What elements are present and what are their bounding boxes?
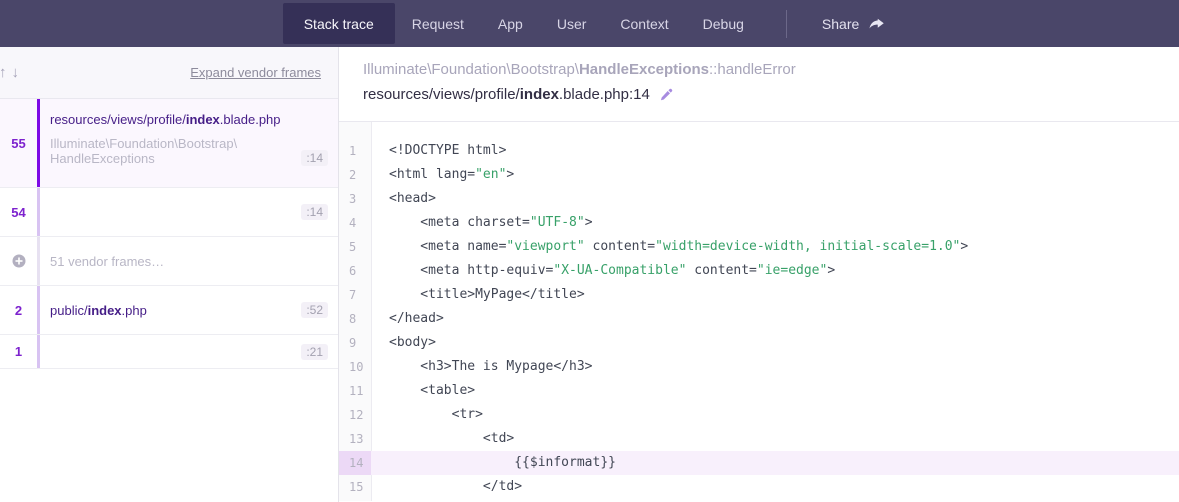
line-number-gutter: 1 <box>339 139 371 163</box>
tab-context[interactable]: Context <box>603 3 685 44</box>
frame-class-name: Illuminate\Foundation\Bootstrap\ HandleE… <box>50 136 301 166</box>
line-number-gutter: 6 <box>339 259 371 283</box>
frame-number-cell: 2 <box>0 286 37 334</box>
frame-file-path: resources/views/profile/index.blade.php <box>50 112 328 127</box>
code-text: <meta charset="UTF-8"> <box>371 211 1179 235</box>
frame-number: 55 <box>11 136 25 151</box>
frame-number: 2 <box>15 303 22 318</box>
line-number-gutter: 14 <box>339 451 371 475</box>
code-line: 3<head> <box>339 187 1179 211</box>
line-number-gutter: 2 <box>339 163 371 187</box>
line-number-gutter: 9 <box>339 331 371 355</box>
expand-vendor-frames-link[interactable]: Expand vendor frames <box>190 65 321 80</box>
code-line: 9<body> <box>339 331 1179 355</box>
frame-number-cell: 55 <box>0 99 37 187</box>
code-text: <h3>The is Mypage</h3> <box>371 355 1179 379</box>
code-lines: 1<!DOCTYPE html>2<html lang="en">3<head>… <box>339 139 1179 499</box>
code-text: <meta http-equiv="X-UA-Compatible" conte… <box>371 259 1179 283</box>
sidebar-header: ↑ ↓ Expand vendor frames <box>0 47 338 99</box>
tab-app[interactable]: App <box>481 3 540 44</box>
frame-number: 54 <box>11 205 25 220</box>
line-number-gutter: 15 <box>339 475 371 499</box>
stack-frame-row-1[interactable]: 1 :21 <box>0 335 338 369</box>
top-nav: Stack trace Request App User Context Deb… <box>0 0 1179 47</box>
code-line: 8</head> <box>339 307 1179 331</box>
line-number-badge: :14 <box>301 150 328 166</box>
line-number-gutter: 4 <box>339 211 371 235</box>
code-text: <title>MyPage</title> <box>371 283 1179 307</box>
content-split: ↑ ↓ Expand vendor frames 55 resources/vi… <box>0 47 1179 502</box>
share-button-label: Share <box>822 16 859 32</box>
code-line: 12 <tr> <box>339 403 1179 427</box>
code-text: <!DOCTYPE html> <box>371 139 1179 163</box>
code-line: 6 <meta http-equiv="X-UA-Compatible" con… <box>339 259 1179 283</box>
line-number-gutter: 5 <box>339 235 371 259</box>
frame-detail-header: Illuminate\Foundation\Bootstrap\HandleEx… <box>339 47 1179 122</box>
line-number-gutter: 12 <box>339 403 371 427</box>
frame-nav-arrows: ↑ ↓ <box>0 64 19 81</box>
code-text: <td> <box>371 427 1179 451</box>
line-number-badge: :21 <box>301 344 328 360</box>
line-number-gutter: 10 <box>339 355 371 379</box>
tab-user[interactable]: User <box>540 3 604 44</box>
vendor-frames-label: 51 vendor frames… <box>50 254 328 269</box>
plus-circle-icon[interactable] <box>12 254 26 268</box>
line-number-gutter: 7 <box>339 283 371 307</box>
code-line-highlighted: 14 {{$informat}} <box>339 451 1179 475</box>
frame-number-cell: 54 <box>0 188 37 236</box>
open-in-editor-pencil-icon[interactable] <box>658 87 674 103</box>
line-number-gutter: 11 <box>339 379 371 403</box>
code-text: <body> <box>371 331 1179 355</box>
frame-method-name: Illuminate\Foundation\Bootstrap\HandleEx… <box>363 61 1155 78</box>
frame-file-path: public/index.php <box>50 303 301 318</box>
tab-debug[interactable]: Debug <box>686 3 761 44</box>
stack-frame-row-2[interactable]: 2 public/index.php :52 <box>0 286 338 335</box>
code-line: 7 <title>MyPage</title> <box>339 283 1179 307</box>
code-text: {{$informat}} <box>371 451 1179 475</box>
line-number-gutter: 13 <box>339 427 371 451</box>
code-text: <tr> <box>371 403 1179 427</box>
code-line: 4 <meta charset="UTF-8"> <box>339 211 1179 235</box>
code-line: 10 <h3>The is Mypage</h3> <box>339 355 1179 379</box>
nav-divider <box>786 10 787 38</box>
tab-stack-trace[interactable]: Stack trace <box>283 3 395 44</box>
error-page: Stack trace Request App User Context Deb… <box>0 0 1179 502</box>
frame-file-location: resources/views/profile/index.blade.php:… <box>363 86 650 103</box>
line-number-gutter: 3 <box>339 187 371 211</box>
prev-frame-arrow-icon[interactable]: ↑ <box>0 64 7 81</box>
code-text: <meta name="viewport" content="width=dev… <box>371 235 1179 259</box>
code-line: 15 </td> <box>339 475 1179 499</box>
line-number-badge: :14 <box>301 204 328 220</box>
stack-frame-row-54[interactable]: 54 :14 <box>0 188 338 237</box>
stack-frame-row-55[interactable]: 55 resources/views/profile/index.blade.p… <box>0 99 338 188</box>
code-text: </td> <box>371 475 1179 499</box>
line-number-badge: :52 <box>301 302 328 318</box>
code-line: 5 <meta name="viewport" content="width=d… <box>339 235 1179 259</box>
code-panel: Illuminate\Foundation\Bootstrap\HandleEx… <box>339 47 1179 502</box>
code-text: <head> <box>371 187 1179 211</box>
share-button[interactable]: Share <box>812 3 896 44</box>
frame-number-cell: 1 <box>0 335 37 368</box>
share-icon <box>868 15 886 33</box>
code-line: 13 <td> <box>339 427 1179 451</box>
code-line: 1<!DOCTYPE html> <box>339 139 1179 163</box>
code-line: 2<html lang="en"> <box>339 163 1179 187</box>
line-number-gutter: 8 <box>339 307 371 331</box>
vendor-frames-row[interactable]: 51 vendor frames… <box>0 237 338 286</box>
code-text: </head> <box>371 307 1179 331</box>
tab-request[interactable]: Request <box>395 3 481 44</box>
expand-cell <box>0 237 37 285</box>
code-text: <table> <box>371 379 1179 403</box>
code-line: 11 <table> <box>339 379 1179 403</box>
next-frame-arrow-icon[interactable]: ↓ <box>12 64 20 81</box>
frame-number: 1 <box>15 344 22 359</box>
code-text: <html lang="en"> <box>371 163 1179 187</box>
code-viewer: 1<!DOCTYPE html>2<html lang="en">3<head>… <box>339 122 1179 501</box>
stack-frames-sidebar: ↑ ↓ Expand vendor frames 55 resources/vi… <box>0 47 339 502</box>
